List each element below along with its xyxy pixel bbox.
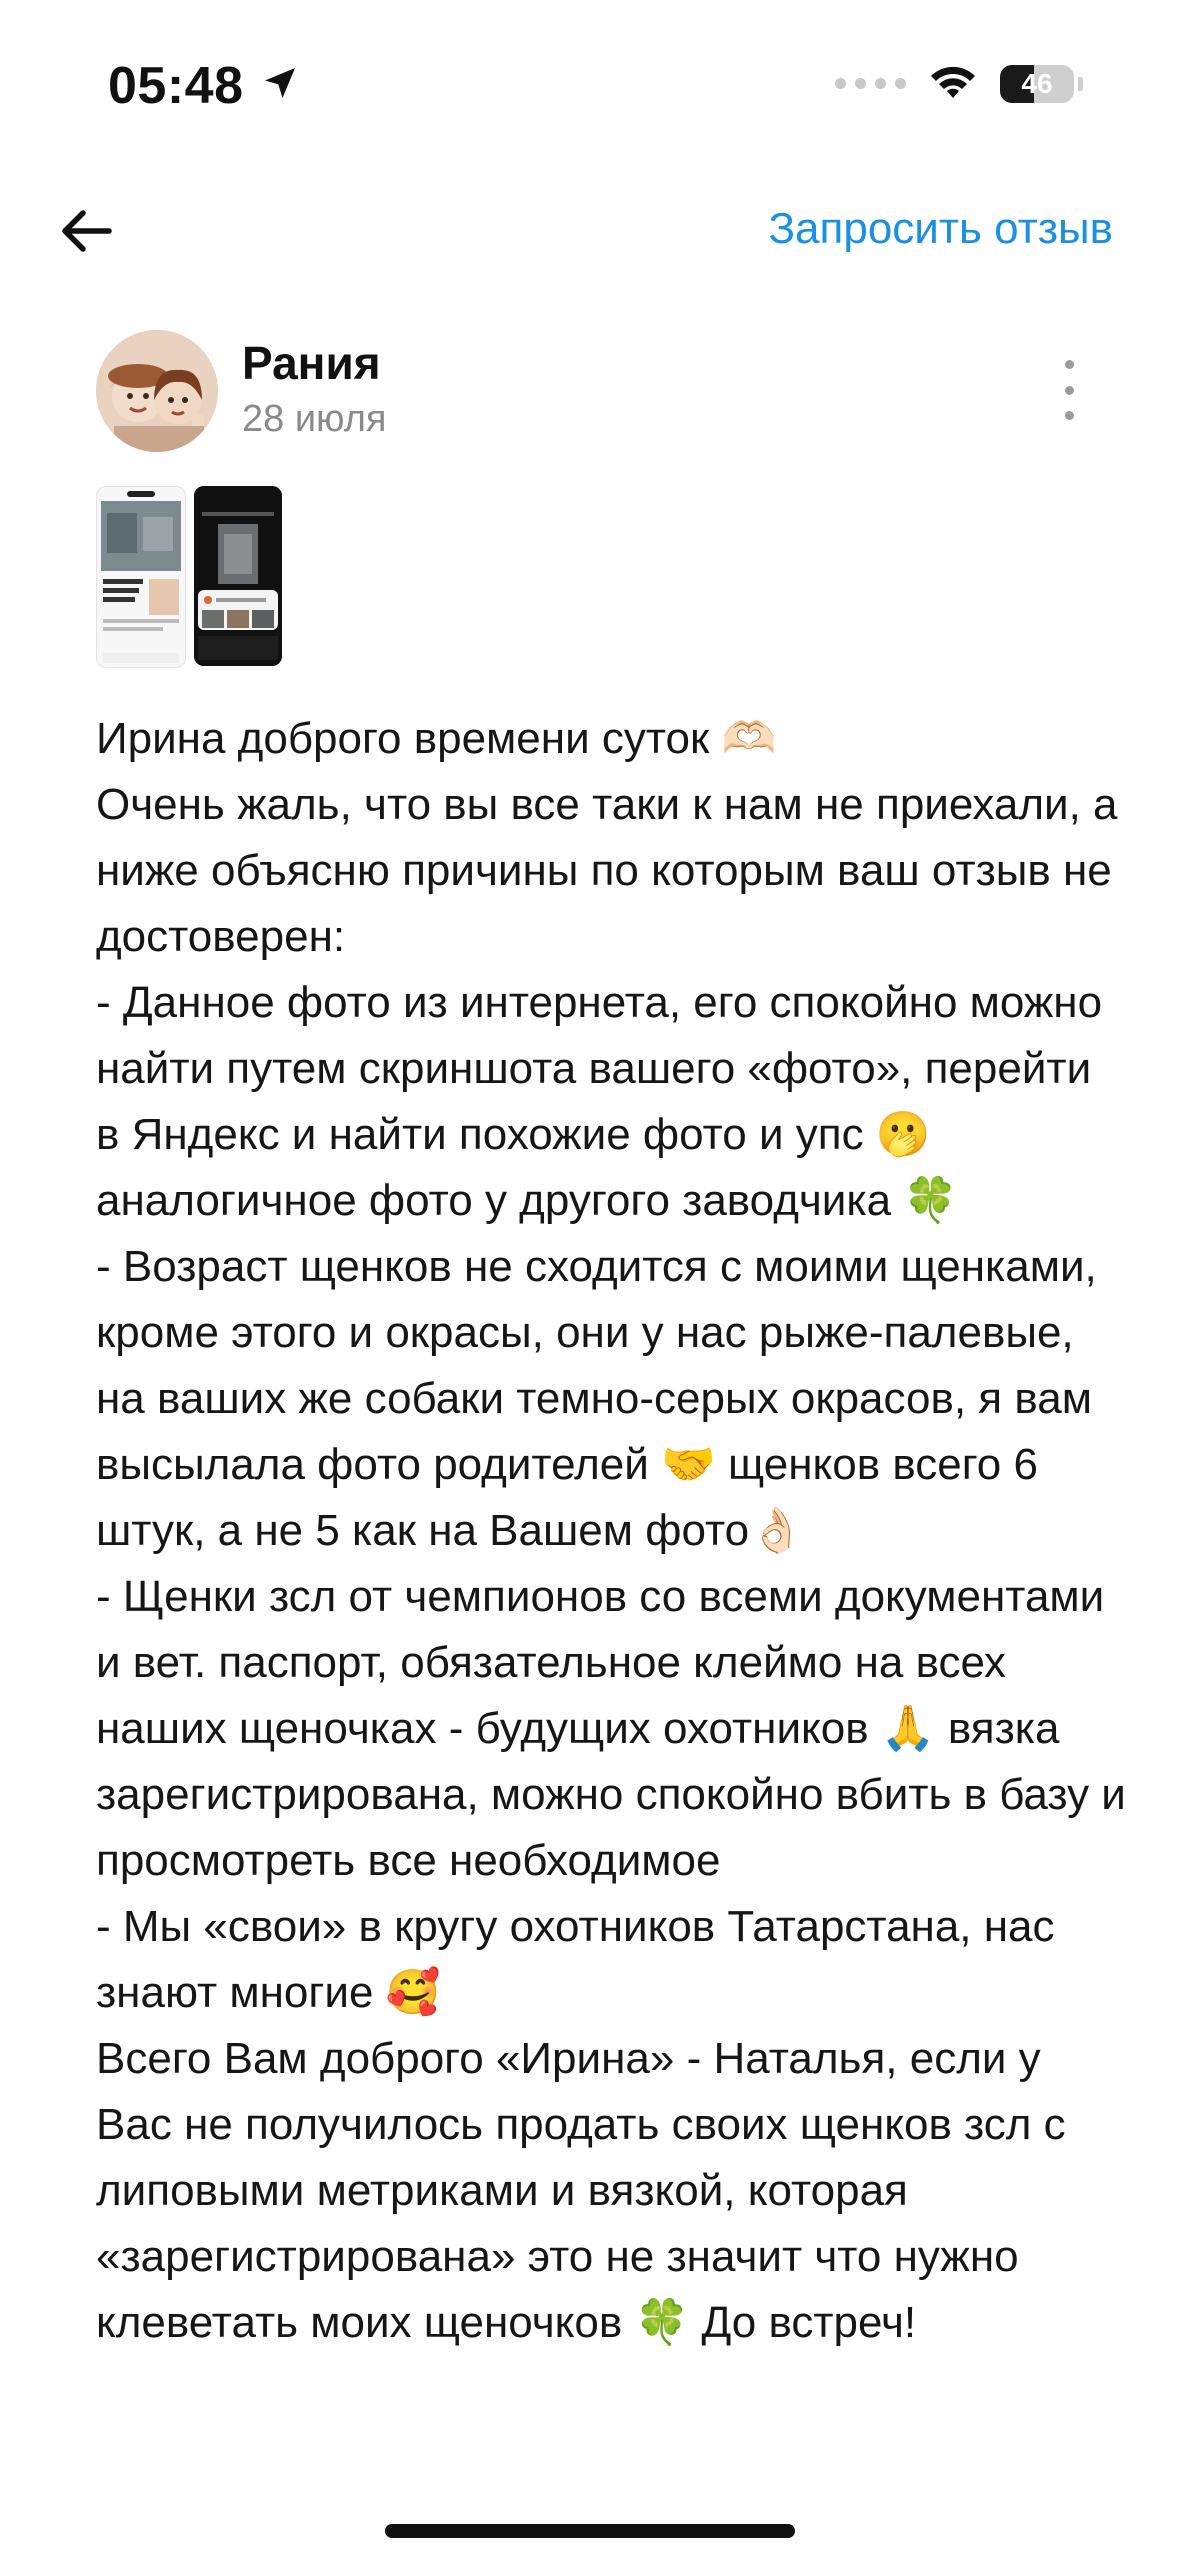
review-photo-2[interactable] (194, 486, 282, 666)
wifi-icon (928, 62, 978, 105)
signal-dots-icon (835, 78, 906, 89)
location-arrow-icon (260, 56, 300, 116)
avatar[interactable] (96, 330, 218, 452)
review-author: Рания 28 июля (96, 330, 1096, 460)
review-photos (96, 486, 282, 668)
nav-bar: Запросить отзыв (0, 180, 1179, 280)
battery-level: 46 (1021, 67, 1053, 99)
review-body: Ирина доброго времени суток 🫶🏻 Очень жал… (96, 706, 1126, 2496)
review-photo-1[interactable] (96, 486, 186, 668)
author-name: Рания (242, 337, 381, 389)
review-text: Ирина доброго времени суток 🫶🏻 Очень жал… (96, 714, 1126, 2347)
battery-icon: 46 (1000, 64, 1074, 103)
status-time-group: 05:48 (108, 56, 300, 116)
more-vertical-icon[interactable] (1054, 360, 1084, 420)
request-review-link[interactable]: Запросить отзыв (768, 204, 1113, 254)
back-button[interactable] (52, 198, 122, 268)
arrow-left-icon (59, 203, 115, 264)
review-date: 28 июля (242, 398, 387, 440)
status-indicators: 46 (835, 62, 1083, 105)
status-bar: 05:48 46 (0, 0, 1179, 160)
battery-tip (1078, 76, 1083, 91)
status-time: 05:48 (108, 57, 244, 115)
home-indicator[interactable] (385, 2524, 795, 2538)
